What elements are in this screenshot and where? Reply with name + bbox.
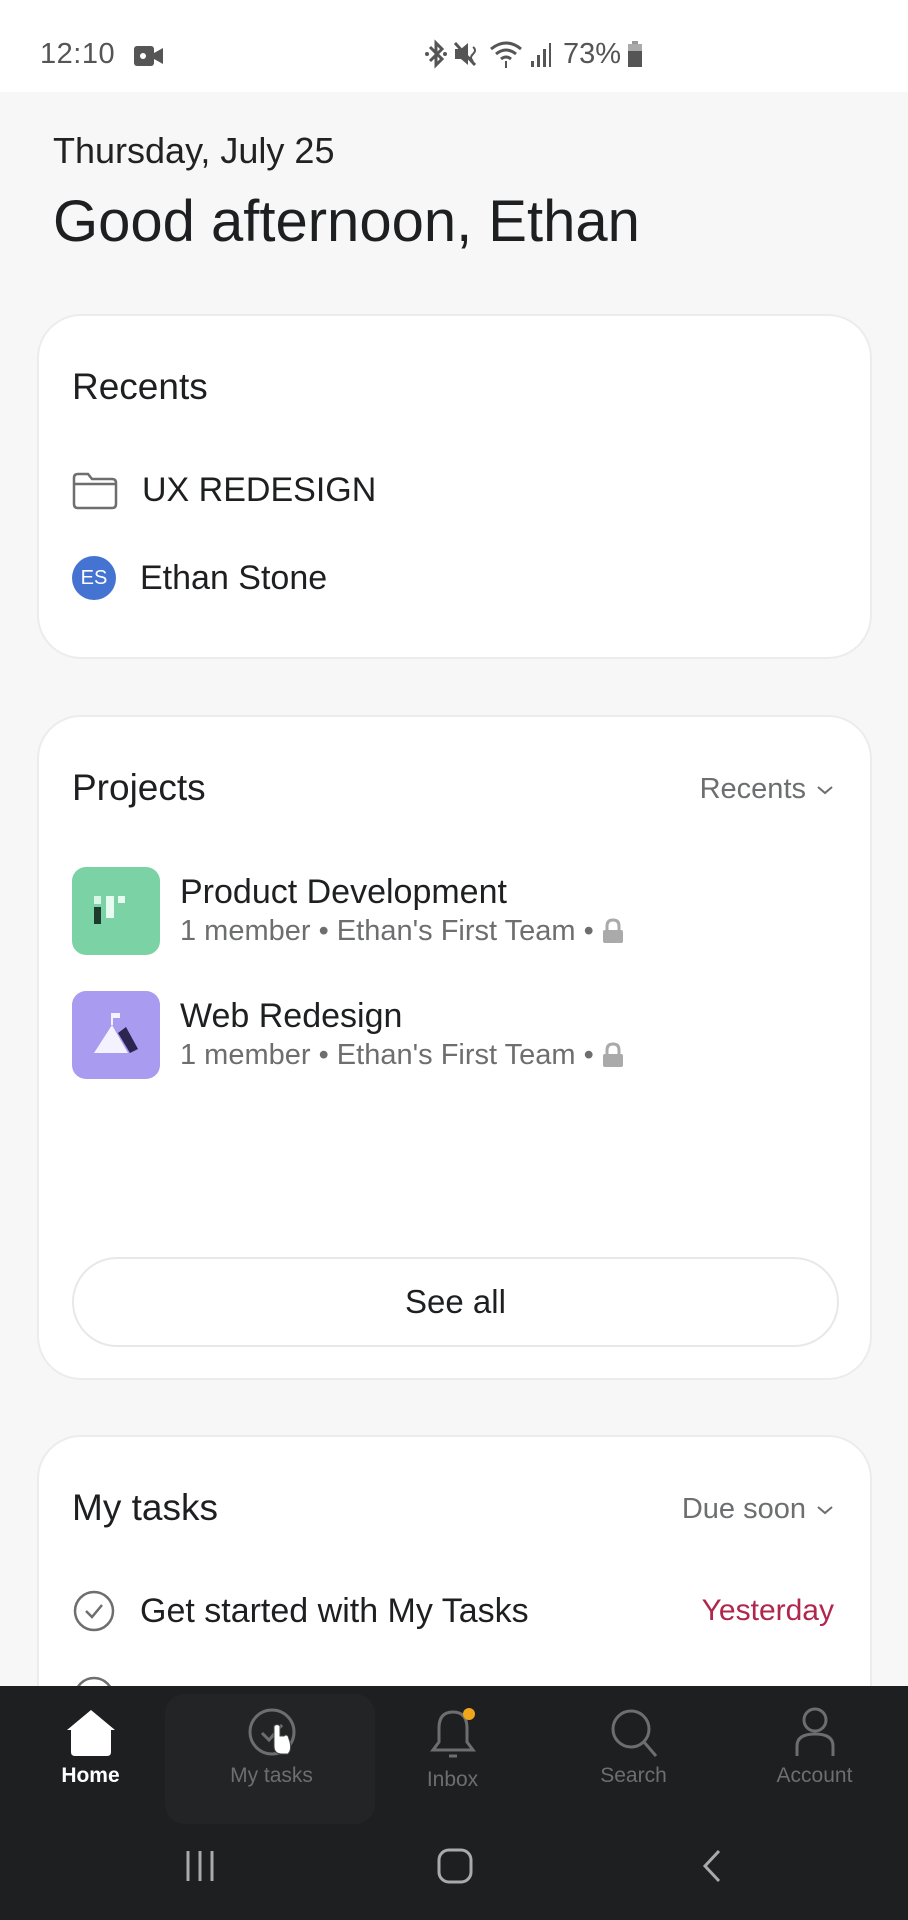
- my-tasks-title: My tasks: [72, 1487, 218, 1528]
- recents-card: Recents UX REDESIGN ES Ethan Stone: [37, 314, 872, 659]
- notification-badge: [462, 1708, 475, 1720]
- recent-item-label: UX REDESIGN: [142, 470, 377, 509]
- search-icon: [611, 1709, 657, 1757]
- project-name: Web Redesign: [180, 997, 403, 1035]
- video-record-icon: [134, 46, 163, 66]
- task-name: Get started with My Tasks: [140, 1591, 529, 1630]
- project-item-web-redesign[interactable]: Web Redesign 1 member • Ethan's First Te…: [72, 991, 624, 1079]
- status-bar: 12:10 73%: [0, 0, 908, 92]
- tab-label: Search: [600, 1764, 667, 1787]
- recents-title: Recents: [72, 366, 208, 407]
- tab-home[interactable]: Home: [0, 1686, 181, 1810]
- tab-my-tasks[interactable]: My tasks: [181, 1686, 362, 1810]
- back-button[interactable]: [682, 1836, 742, 1896]
- lock-icon: [602, 918, 623, 943]
- task-item[interactable]: Get started with My Tasks Yesterday: [72, 1589, 834, 1633]
- tasks-filter-label: Due soon: [681, 1493, 806, 1525]
- system-navigation-bar: [0, 1836, 908, 1896]
- bell-icon: [429, 1708, 476, 1758]
- recent-item-label: Ethan Stone: [140, 558, 328, 597]
- status-time: 12:10: [40, 38, 116, 70]
- tab-label: Home: [61, 1764, 120, 1787]
- signal-icon: [531, 43, 551, 67]
- avatar: ES: [72, 556, 116, 600]
- tab-search[interactable]: Search: [543, 1686, 724, 1810]
- system-home-button[interactable]: [425, 1836, 485, 1896]
- check-circle-icon: [248, 1708, 295, 1756]
- chevron-down-icon: [817, 1505, 833, 1514]
- projects-title: Projects: [72, 767, 206, 808]
- tab-label: My tasks: [230, 1764, 313, 1787]
- task-due-date: Yesterday: [701, 1594, 834, 1627]
- recent-apps-icon: [186, 1851, 214, 1881]
- projects-sort-dropdown[interactable]: Recents: [700, 773, 834, 806]
- recent-item-ethan-stone[interactable]: ES Ethan Stone: [72, 556, 327, 600]
- project-item-product-development[interactable]: Product Development 1 member • Ethan's F…: [72, 867, 624, 955]
- task-complete-checkbox[interactable]: [72, 1589, 116, 1633]
- tab-label: Account: [776, 1764, 853, 1787]
- project-meta: 1 member • Ethan's First Team •: [180, 1039, 594, 1071]
- see-all-button[interactable]: See all: [72, 1257, 839, 1347]
- battery-percent: 73%: [563, 37, 622, 70]
- home-circle-icon: [437, 1848, 473, 1884]
- bluetooth-icon: [425, 39, 447, 69]
- wifi-icon: [490, 41, 522, 68]
- mute-icon: [453, 41, 477, 67]
- chevron-down-icon: [817, 785, 833, 794]
- tasks-filter-dropdown[interactable]: Due soon: [682, 1493, 834, 1526]
- projects-card: Projects Recents Product Development 1 m…: [37, 715, 872, 1380]
- project-name: Product Development: [180, 873, 507, 911]
- home-icon: [66, 1710, 115, 1756]
- back-icon: [702, 1849, 721, 1883]
- date-label: Thursday, July 25: [53, 130, 335, 171]
- mountain-flag-icon: [72, 991, 160, 1079]
- battery-icon: [628, 41, 643, 67]
- tab-label: Inbox: [426, 1768, 479, 1791]
- recent-item-ux-redesign[interactable]: UX REDESIGN: [72, 470, 376, 510]
- person-icon: [795, 1707, 834, 1756]
- tab-account[interactable]: Account: [724, 1686, 905, 1810]
- recent-apps-button[interactable]: [170, 1836, 230, 1896]
- folder-icon: [72, 472, 118, 510]
- greeting-title: Good afternoon, Ethan: [53, 189, 640, 254]
- tab-inbox[interactable]: Inbox: [362, 1686, 543, 1810]
- lock-icon: [602, 1042, 623, 1067]
- projects-sort-label: Recents: [699, 773, 806, 805]
- status-icons: 73%: [425, 36, 643, 72]
- project-meta: 1 member • Ethan's First Team •: [180, 915, 594, 947]
- board-icon: [72, 867, 160, 955]
